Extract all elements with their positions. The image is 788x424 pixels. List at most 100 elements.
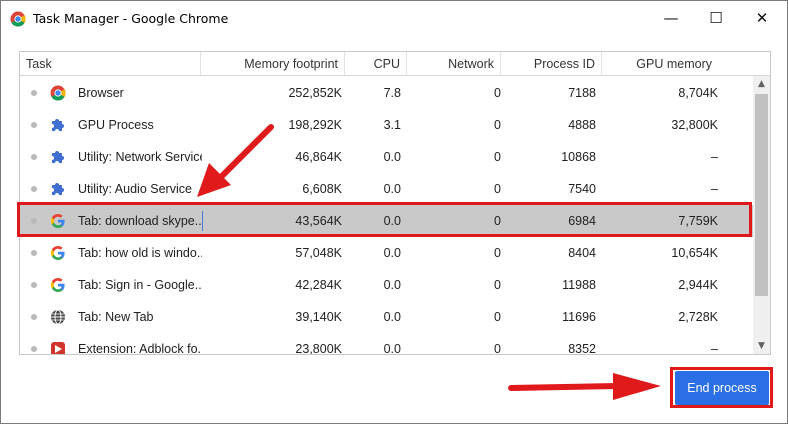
table-row[interactable]: Browser 252,852K 7.8 0 7188 8,704K <box>20 77 768 109</box>
minimize-button[interactable]: — <box>648 1 694 35</box>
maximize-icon: ☐ <box>709 9 723 27</box>
cell-memory: 57,048K <box>295 246 342 260</box>
cell-cpu: 3.1 <box>383 118 401 132</box>
chrome-icon <box>10 11 26 27</box>
cell-memory: 39,140K <box>295 310 342 324</box>
table-row[interactable]: Extension: Adblock fo... 23,800K 0.0 0 8352 – <box>20 333 768 355</box>
cell-gpu-memory: – <box>711 342 718 355</box>
row-status-dot <box>31 90 37 96</box>
row-status-dot <box>31 250 37 256</box>
cell-memory: 6,608K <box>302 182 342 196</box>
table-row[interactable]: Tab: how old is windo... 57,048K 0.0 0 8404 1… <box>20 237 768 269</box>
cell-process-id: 7540 <box>568 182 596 196</box>
cell-memory: 198,292K <box>288 118 342 132</box>
cell-task: Utility: Network Service <box>78 150 202 164</box>
puzzle-icon <box>50 181 66 197</box>
cell-network: 0 <box>494 150 501 164</box>
cell-gpu-memory: – <box>711 150 718 164</box>
cell-gpu-memory: 8,704K <box>678 86 718 100</box>
cell-process-id: 10868 <box>561 150 596 164</box>
annotation-arrow-right <box>508 373 661 400</box>
cell-network: 0 <box>494 278 501 292</box>
process-table: Task Memory footprint CPU Network Proces… <box>19 51 771 355</box>
cell-process-id: 7188 <box>568 86 596 100</box>
cell-process-id: 8352 <box>568 342 596 355</box>
cell-gpu-memory: – <box>711 182 718 196</box>
cell-network: 0 <box>494 182 501 196</box>
column-header-memory[interactable]: Memory footprint <box>201 52 345 76</box>
cell-cpu: 0.0 <box>383 342 401 355</box>
cell-process-id: 11988 <box>562 278 596 292</box>
table-row[interactable]: Utility: Network Service 46,864K 0.0 0 10868… <box>20 141 768 173</box>
row-status-dot <box>31 282 37 288</box>
cell-task: Tab: how old is windo... <box>78 246 202 260</box>
puzzle-icon <box>50 117 66 133</box>
scroll-down-button[interactable]: ▼ <box>753 338 770 354</box>
end-process-button[interactable]: End process <box>675 371 769 405</box>
cell-memory: 23,800K <box>295 342 342 355</box>
maximize-button[interactable]: ☐ <box>693 1 739 35</box>
google-icon <box>50 213 66 229</box>
row-status-dot <box>31 154 37 160</box>
row-status-dot <box>31 122 37 128</box>
table-row[interactable]: Tab: New Tab 39,140K 0.0 0 11696 2,728K <box>20 301 768 333</box>
google-icon <box>50 245 66 261</box>
column-header-process-id[interactable]: Process ID <box>501 52 602 76</box>
google-icon <box>50 277 66 293</box>
puzzle-icon <box>50 149 66 165</box>
cell-network: 0 <box>494 118 501 132</box>
cell-gpu-memory: 32,800K <box>671 118 718 132</box>
cell-cpu: 0.0 <box>383 182 401 196</box>
cell-gpu-memory: 2,728K <box>678 310 718 324</box>
cell-cpu: 0.0 <box>383 246 401 260</box>
adblock-icon <box>50 341 66 354</box>
cell-process-id: 11696 <box>562 310 596 324</box>
minimize-icon: — <box>663 9 679 27</box>
cell-network: 0 <box>494 214 501 228</box>
cell-memory: 46,864K <box>295 150 342 164</box>
cell-process-id: 6984 <box>568 214 596 228</box>
cell-cpu: 0.0 <box>383 150 401 164</box>
scroll-thumb[interactable] <box>755 94 768 296</box>
chevron-down-icon: ▼ <box>758 341 765 351</box>
window-title: Task Manager - Google Chrome <box>33 11 229 26</box>
table-row[interactable]: Tab: Sign in - Google... 42,284K 0.0 0 11988… <box>20 269 768 301</box>
cell-network: 0 <box>494 246 501 260</box>
cell-network: 0 <box>494 86 501 100</box>
scroll-up-button[interactable]: ▲ <box>753 76 770 92</box>
column-header-cpu[interactable]: CPU <box>345 52 407 76</box>
row-status-dot <box>31 346 37 352</box>
cell-gpu-memory: 2,944K <box>678 278 718 292</box>
cell-task: Browser <box>78 86 124 100</box>
cell-cpu: 7.8 <box>383 86 401 100</box>
table-row[interactable]: Utility: Audio Service 6,608K 0.0 0 7540 – <box>20 173 768 205</box>
cell-network: 0 <box>494 310 501 324</box>
close-icon: ✕ <box>755 9 769 27</box>
chevron-up-icon: ▲ <box>758 79 765 89</box>
table-row[interactable]: GPU Process 198,292K 3.1 0 4888 32,800K <box>20 109 768 141</box>
column-header-task[interactable]: Task <box>20 52 201 76</box>
focus-indicator <box>202 211 203 231</box>
cell-network: 0 <box>494 342 501 355</box>
cell-task: Tab: Sign in - Google... <box>78 278 202 292</box>
cell-gpu-memory: 7,759K <box>678 214 718 228</box>
task-manager-window: Task Manager - Google Chrome — ☐ ✕ Task … <box>0 0 788 424</box>
column-header-network[interactable]: Network <box>407 52 501 76</box>
cell-task: Extension: Adblock fo... <box>78 342 202 355</box>
cell-cpu: 0.0 <box>383 310 401 324</box>
column-header-gpu-memory[interactable]: GPU memory <box>602 52 718 76</box>
title-bar[interactable]: Task Manager - Google Chrome — ☐ ✕ <box>1 1 787 37</box>
vertical-scrollbar[interactable]: ▲ ▼ <box>753 76 770 354</box>
row-status-dot <box>31 218 37 224</box>
cell-cpu: 0.0 <box>383 214 401 228</box>
table-row[interactable]: Tab: download skype... 43,564K 0.0 0 6984 7,7… <box>20 205 768 237</box>
cell-memory: 43,564K <box>295 214 342 228</box>
close-button[interactable]: ✕ <box>739 1 785 35</box>
cell-memory: 252,852K <box>288 86 342 100</box>
cell-memory: 42,284K <box>295 278 342 292</box>
cell-cpu: 0.0 <box>383 278 401 292</box>
cell-process-id: 8404 <box>568 246 596 260</box>
row-status-dot <box>31 186 37 192</box>
cell-task: GPU Process <box>78 118 154 132</box>
cell-task: Utility: Audio Service <box>78 182 192 196</box>
